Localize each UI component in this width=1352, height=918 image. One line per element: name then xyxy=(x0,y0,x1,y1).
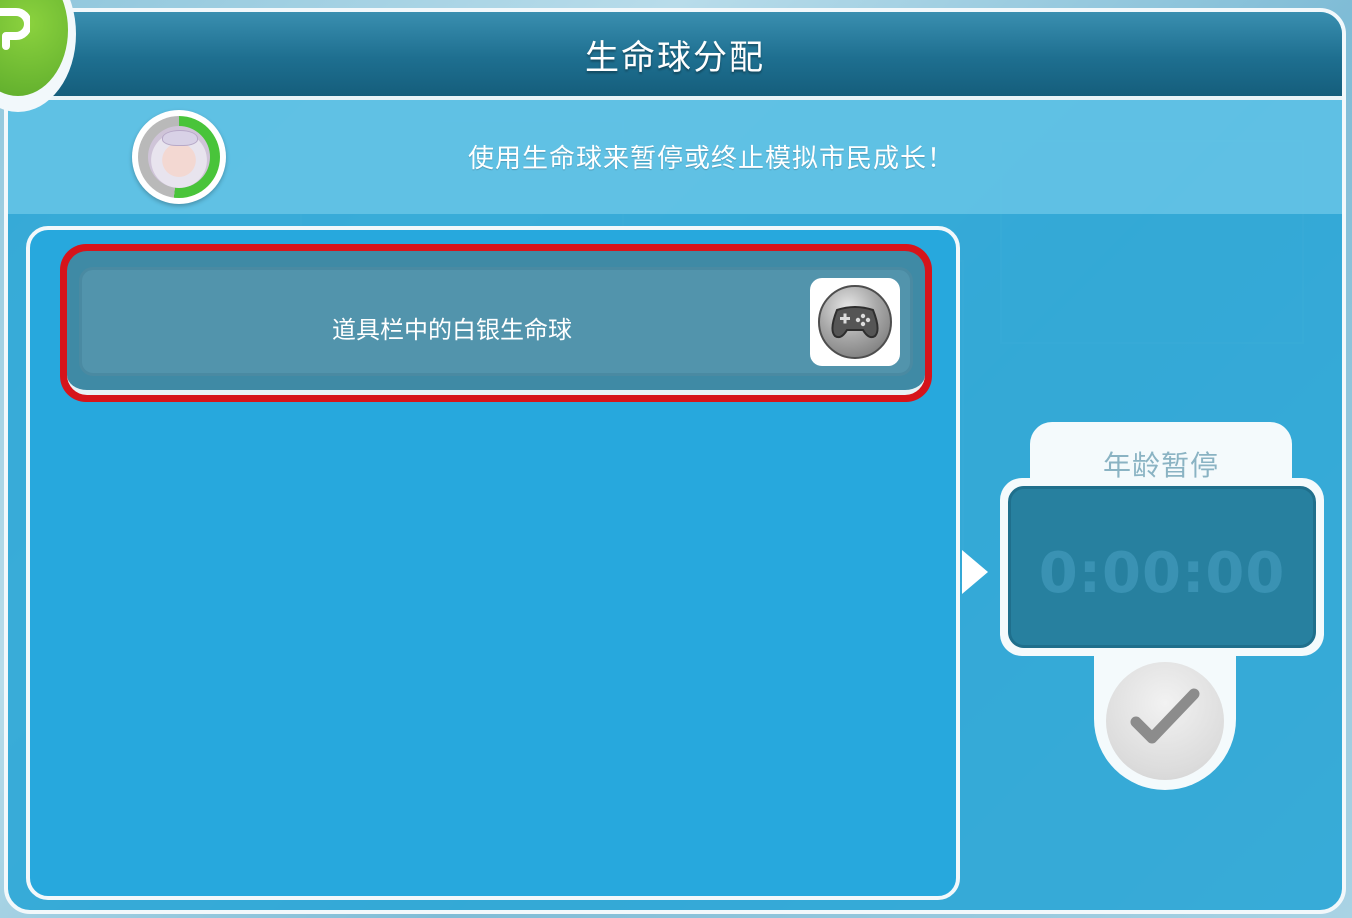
silver-lifeball-icon[interactable] xyxy=(810,278,900,366)
list-item-selected-outline[interactable]: 道具栏中的白银生命球 xyxy=(60,244,932,402)
timer-screen: 0:00:00 xyxy=(1008,486,1316,648)
info-band: 使用生命球来暂停或终止模拟市民成长！ xyxy=(8,100,1342,214)
checkmark-icon xyxy=(1130,688,1200,744)
dialog-header: 生命球分配 xyxy=(8,12,1342,100)
sim-avatar[interactable] xyxy=(132,110,226,204)
pointer-arrow-icon xyxy=(962,550,988,594)
lifeball-list-panel[interactable]: 道具栏中的白银生命球 xyxy=(26,226,960,900)
list-item[interactable]: 道具栏中的白银生命球 xyxy=(67,251,925,395)
list-item-label: 道具栏中的白银生命球 xyxy=(332,316,572,344)
game-controller-icon xyxy=(831,306,879,339)
sim-portrait xyxy=(148,126,210,188)
back-arrow-icon xyxy=(0,8,30,50)
list-item-card[interactable]: 道具栏中的白银生命球 xyxy=(79,267,913,376)
info-message: 使用生命球来暂停或终止模拟市民成长！ xyxy=(468,144,955,174)
timer-value: 0:00:00 xyxy=(1038,541,1286,606)
lifeball-dialog: 生命球分配 使用生命球来暂停或终止模拟市民成长！ 道具栏中的白银生命球 年龄暂停… xyxy=(4,8,1346,914)
timer-box: 0:00:00 xyxy=(1000,478,1324,656)
dialog-title: 生命球分配 xyxy=(585,38,765,78)
confirm-button[interactable] xyxy=(1106,662,1224,780)
confirm-tab xyxy=(1094,652,1236,790)
